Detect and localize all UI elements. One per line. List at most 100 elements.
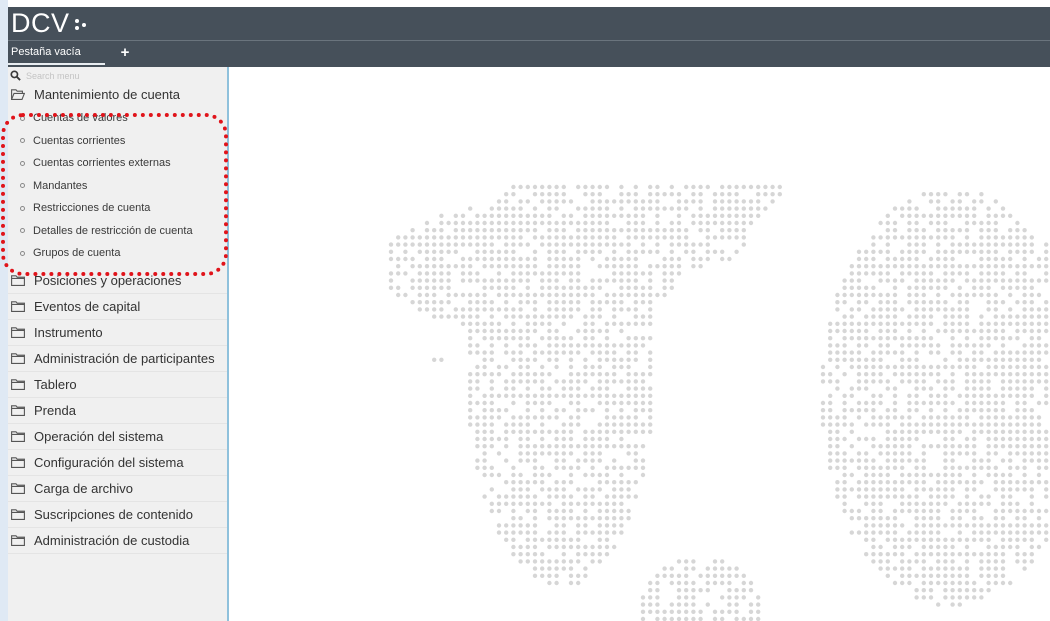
map-dot <box>532 220 538 226</box>
map-dot <box>885 480 890 485</box>
map-dot <box>532 379 538 384</box>
submenu-item-detalles-de-restriccion-de-cuenta[interactable]: Detalles de restricción de cuenta <box>8 220 227 243</box>
map-dot <box>482 400 487 406</box>
map-dot <box>676 588 682 593</box>
map-dot <box>856 357 862 362</box>
map-dot <box>576 408 581 413</box>
app-header: DCV <box>8 7 1050 40</box>
map-dot <box>993 213 998 218</box>
map-dot <box>885 343 890 348</box>
sidebar-item-mantenimiento-de-cuenta[interactable]: Mantenimiento de cuenta <box>8 84 227 104</box>
map-dot <box>756 199 761 204</box>
map-dot <box>878 220 883 226</box>
map-dot <box>619 292 624 298</box>
map-dot <box>633 321 638 326</box>
map-dot <box>532 350 538 355</box>
map-dot <box>1022 465 1027 470</box>
map-dot <box>439 314 444 319</box>
map-dot <box>986 264 991 269</box>
map-dot <box>691 184 696 190</box>
map-dot <box>532 552 538 557</box>
map-dot <box>504 408 509 413</box>
map-dot <box>1015 530 1020 535</box>
submenu-item-restricciones-de-cuenta[interactable]: Restricciones de cuenta <box>8 197 227 220</box>
sidebar-item-operacion-del-sistema[interactable]: Operación del sistema <box>8 424 227 450</box>
map-dot <box>648 249 653 254</box>
map-dot <box>748 588 754 593</box>
sidebar-item-prenda[interactable]: Prenda <box>8 398 227 424</box>
submenu-item-label: Cuentas de valores <box>33 112 128 125</box>
map-dot <box>972 444 977 449</box>
map-dot <box>1015 300 1020 305</box>
map-dot <box>468 422 473 427</box>
sidebar-item-eventos-de-capital[interactable]: Eventos de capital <box>8 294 227 320</box>
map-dot <box>612 307 617 312</box>
map-dot <box>597 559 602 564</box>
map-dot <box>446 271 451 276</box>
map-dot <box>482 444 487 449</box>
map-dot <box>907 242 912 247</box>
map-dot <box>864 494 869 499</box>
map-dot <box>979 256 984 262</box>
map-dot <box>532 206 538 211</box>
map-dot <box>712 192 718 197</box>
map-dot <box>928 444 934 449</box>
map-dot <box>612 300 617 305</box>
map-dot <box>712 220 718 226</box>
map-dot <box>561 256 566 262</box>
map-dot <box>475 415 480 420</box>
map-dot <box>705 588 710 593</box>
sidebar-item-label: Administración de participantes <box>34 350 215 366</box>
map-dot <box>640 408 646 413</box>
map-dot <box>972 580 977 586</box>
map-dot <box>410 264 415 269</box>
map-dot <box>734 213 739 218</box>
map-dot <box>856 343 862 348</box>
map-dot <box>720 559 725 564</box>
submenu-item-grupos-de-cuenta[interactable]: Grupos de cuenta <box>8 242 227 265</box>
map-dot <box>914 573 919 578</box>
map-dot <box>669 609 674 614</box>
map-dot <box>1000 472 1006 478</box>
map-dot <box>518 472 523 478</box>
submenu-item-cuentas-corrientes-externas[interactable]: Cuentas corrientes externas <box>8 152 227 175</box>
map-dot <box>756 206 761 211</box>
sidebar-item-posiciones-y-operaciones[interactable]: Posiciones y operaciones <box>8 268 227 294</box>
submenu-item-cuentas-de-valores[interactable]: Cuentas de valores <box>8 107 227 130</box>
map-dot <box>626 336 631 341</box>
add-tab-button[interactable]: + <box>118 44 132 62</box>
map-dot <box>583 573 588 578</box>
map-dot <box>864 256 869 262</box>
map-dot <box>957 199 962 204</box>
map-dot <box>684 609 689 614</box>
sidebar-item-carga-de-archivo[interactable]: Carga de archivo <box>8 476 227 502</box>
submenu-item-mandantes[interactable]: Mandantes <box>8 175 227 198</box>
map-dot <box>936 206 941 211</box>
submenu-item-cuentas-corrientes[interactable]: Cuentas corrientes <box>8 130 227 153</box>
map-dot <box>885 429 890 434</box>
map-dot <box>424 278 430 283</box>
map-dot <box>986 530 991 535</box>
map-dot <box>986 573 991 578</box>
sidebar-item-administracion-de-participantes[interactable]: Administración de participantes <box>8 346 227 372</box>
sidebar-item-suscripciones-de-contenido[interactable]: Suscripciones de contenido <box>8 502 227 528</box>
map-dot <box>1000 444 1006 449</box>
map-dot <box>892 444 898 449</box>
map-dot <box>597 199 602 204</box>
map-dot <box>957 206 962 211</box>
map-dot <box>950 480 955 485</box>
search-input[interactable] <box>26 68 216 83</box>
map-dot <box>676 220 682 226</box>
sidebar-item-tablero[interactable]: Tablero <box>8 372 227 398</box>
map-dot <box>900 472 905 478</box>
map-dot <box>662 573 667 578</box>
map-dot <box>1029 328 1034 334</box>
sidebar-item-instrumento[interactable]: Instrumento <box>8 320 227 346</box>
map-dot <box>597 235 602 240</box>
tab-empty[interactable]: Pestaña vacía <box>8 43 105 65</box>
map-dot <box>597 400 602 406</box>
sidebar-item-administracion-de-custodia[interactable]: Administración de custodia <box>8 528 227 554</box>
map-dot <box>583 364 588 370</box>
sidebar-item-configuracion-del-sistema[interactable]: Configuración del sistema <box>8 450 227 476</box>
map-dot <box>540 285 545 290</box>
